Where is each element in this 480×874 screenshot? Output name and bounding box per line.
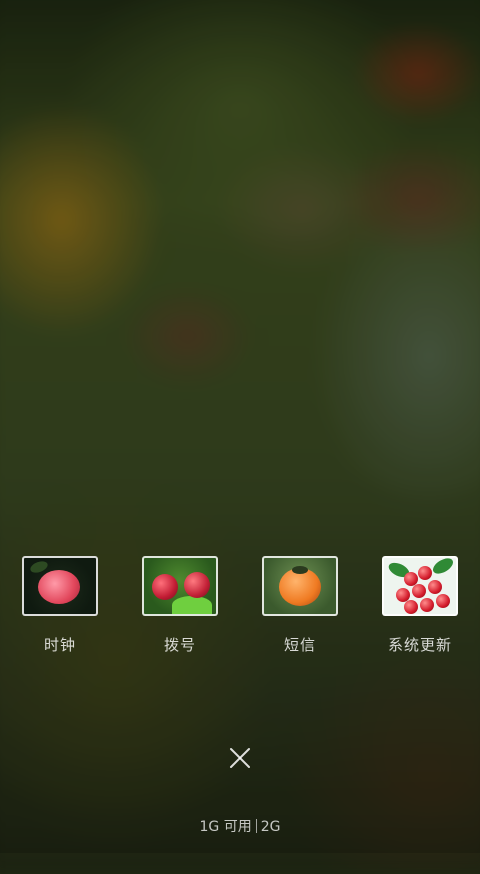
- memory-separator: [255, 819, 257, 833]
- thumbnail-persimmon-calyx: [292, 566, 308, 574]
- recent-app-label: 短信: [283, 636, 316, 654]
- memory-total: 2G: [260, 819, 281, 835]
- thumbnail-apple-fruit: [38, 570, 80, 604]
- memory-status: 1G 可用 2G: [0, 816, 480, 836]
- app-thumbnail-persimmon[interactable]: [262, 556, 338, 616]
- thumbnail-foliage: [172, 596, 212, 614]
- close-icon[interactable]: [229, 747, 251, 769]
- recent-apps-list: 时钟 拨号 短信 系统更新: [0, 556, 480, 656]
- recent-app-clock[interactable]: 时钟: [22, 556, 98, 655]
- app-thumbnail-apple[interactable]: [22, 556, 98, 616]
- memory-available: 1G 可用: [199, 819, 252, 835]
- recent-app-messages[interactable]: 短信: [262, 556, 338, 655]
- recent-app-dialer[interactable]: 拨号: [142, 556, 218, 655]
- thumbnail-leaf: [430, 558, 456, 577]
- recent-app-system-update[interactable]: 系统更新: [382, 556, 458, 655]
- thumbnail-plum-right: [184, 572, 210, 598]
- thumbnail-cherry: [436, 594, 450, 608]
- thumbnail-plum-left: [152, 574, 178, 600]
- app-thumbnail-cherries[interactable]: [382, 556, 458, 616]
- thumbnail-cherry: [420, 598, 434, 612]
- app-thumbnail-plums[interactable]: [142, 556, 218, 616]
- thumbnail-cherry: [428, 580, 442, 594]
- recent-app-label: 系统更新: [387, 636, 452, 654]
- recent-app-label: 拨号: [163, 636, 196, 654]
- background-dim-overlay: [0, 0, 480, 853]
- thumbnail-cherry: [412, 584, 426, 598]
- thumbnail-cherry: [418, 566, 432, 580]
- thumbnail-cherry: [404, 600, 418, 614]
- recent-app-label: 时钟: [43, 636, 76, 654]
